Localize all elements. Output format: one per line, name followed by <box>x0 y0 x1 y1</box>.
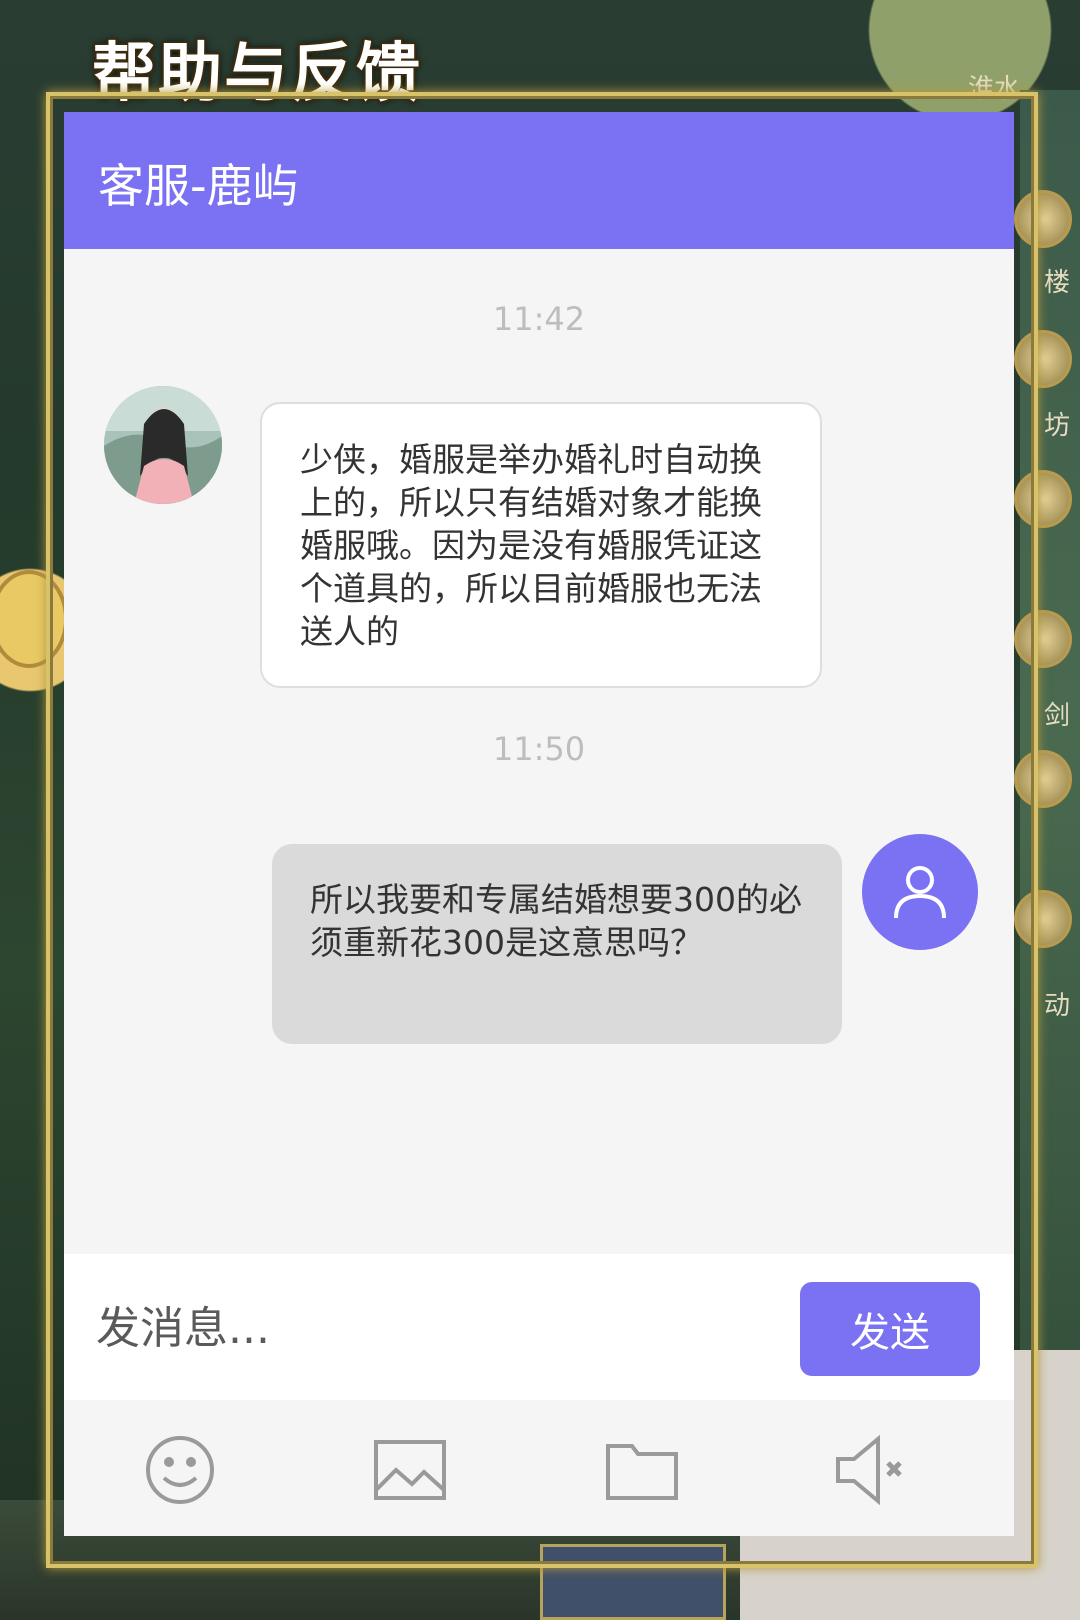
agent-avatar <box>104 386 222 504</box>
send-button[interactable]: 发送 <box>800 1282 980 1376</box>
chat-toolbar <box>64 1400 1014 1536</box>
folder-icon[interactable] <box>602 1430 682 1510</box>
chat-header-title: 客服-鹿屿 <box>98 159 299 213</box>
message-timestamp: 11:50 <box>492 730 586 768</box>
chat-panel: 客服-鹿屿 11:42 少侠，婚服是举办婚礼时自动换上的，所以只有结婚对象才能换… <box>64 112 1014 1536</box>
image-icon[interactable] <box>370 1430 450 1510</box>
side-menu-label: 坊 <box>1043 411 1070 441</box>
user-message-bubble: 所以我要和专属结婚想要300的必须重新花300是这意思吗？ <box>272 844 842 1044</box>
emoji-icon[interactable] <box>140 1430 220 1510</box>
message-timestamp: 11:42 <box>492 300 586 338</box>
message-input-bar: 发送 <box>64 1254 1014 1400</box>
agent-message-bubble: 少侠，婚服是举办婚礼时自动换上的，所以只有结婚对象才能换婚服哦。因为是没有婚服凭… <box>260 402 822 688</box>
mute-icon[interactable] <box>832 1430 912 1510</box>
message-input[interactable] <box>94 1292 738 1364</box>
side-menu-label: 动 <box>1043 991 1070 1021</box>
user-avatar-icon <box>862 834 978 950</box>
chat-header: 客服-鹿屿 <box>64 112 1014 249</box>
side-menu-label: 剑 <box>1043 701 1070 731</box>
side-menu-label: 楼 <box>1043 268 1070 298</box>
